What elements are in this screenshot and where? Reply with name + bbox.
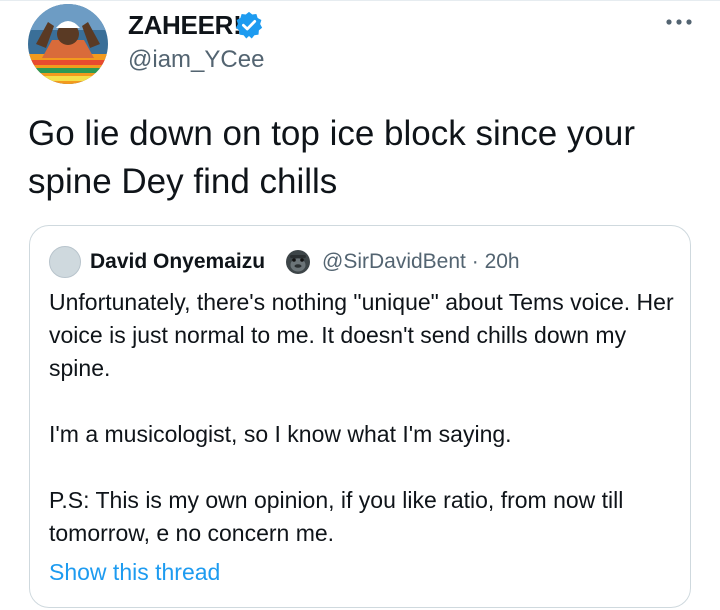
quoted-tweet-time[interactable]: 20h — [485, 250, 520, 273]
author-avatar[interactable] — [28, 4, 108, 84]
show-thread-link[interactable]: Show this thread — [49, 559, 220, 586]
quoted-paragraph: Unfortunately, there's nothing "unique" … — [49, 289, 674, 381]
quoted-tweet-body: Unfortunately, there's nothing "unique" … — [49, 286, 679, 550]
top-divider — [0, 0, 720, 1]
more-dots-icon[interactable] — [664, 12, 694, 32]
quoted-author-handle: @SirDavidBent — [322, 250, 466, 273]
author-handle[interactable]: @iam_YCee — [128, 46, 264, 74]
author-avatar-image — [28, 4, 108, 84]
quoted-paragraph: P.S: This is my own opinion, if you like… — [49, 487, 624, 546]
quoted-author-meta: @SirDavidBent · 20h — [322, 250, 520, 274]
gorilla-emoji-icon — [286, 250, 310, 274]
verified-badge-icon — [235, 11, 263, 39]
quoted-author-name: David Onyemaizu — [90, 250, 266, 273]
quoted-tweet-card[interactable]: David Onyemaizu @SirDavidBent · 20h Unfo… — [29, 225, 691, 608]
quoted-author-avatar[interactable] — [49, 246, 81, 278]
quoted-paragraph: I'm a musicologist, so I know what I'm s… — [49, 421, 512, 447]
meta-separator: · — [471, 250, 479, 273]
tweet-text: Go lie down on top ice block since your … — [28, 114, 635, 201]
author-name[interactable]: ZAHEER! — [128, 10, 242, 41]
